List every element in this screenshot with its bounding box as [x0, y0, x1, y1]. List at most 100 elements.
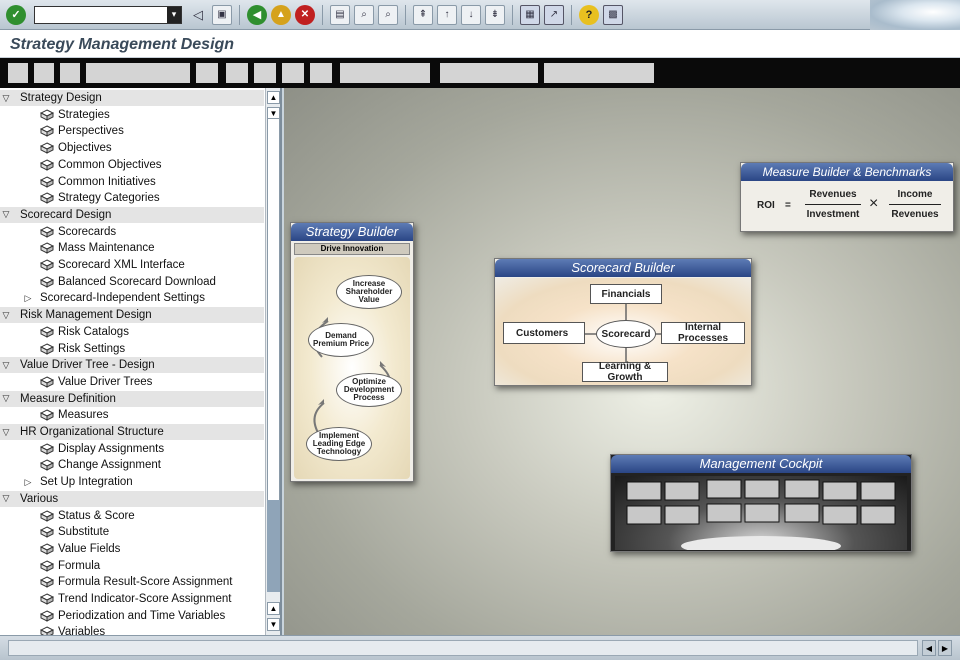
tree-folder[interactable]: ▽ Various [0, 490, 264, 507]
tree-folder[interactable]: ▽ HR Organizational Structure [0, 424, 264, 440]
internal-processes-box[interactable]: Internal Processes [661, 322, 745, 344]
tree-item[interactable]: Measures [0, 407, 264, 423]
tree-item[interactable]: Periodization and Time Variables [0, 608, 264, 624]
status-right-arrow-icon[interactable]: ▶ [938, 640, 952, 656]
tree-folder[interactable]: ▽ Scorecard Design [0, 206, 264, 223]
customers-box[interactable]: Customers [503, 322, 585, 344]
expand-triangle-icon[interactable]: ▽ [0, 493, 12, 504]
last-page-icon[interactable]: ⇟ [485, 4, 505, 25]
strategy-step-bubble[interactable]: Optimize Development Process [336, 373, 402, 407]
tree-subfolder[interactable]: ▷ Scorecard-Independent Settings [0, 290, 264, 306]
command-field-dropdown-icon[interactable]: ▾ [167, 6, 181, 23]
app-toolbar-button[interactable] [310, 63, 332, 83]
app-toolbar-button[interactable] [544, 63, 654, 83]
cancel-icon[interactable]: ✕ [295, 4, 315, 25]
exit-icon[interactable]: ▲ [271, 4, 291, 25]
enter-icon[interactable]: ✓ [6, 4, 26, 25]
tree-item[interactable]: Variables [0, 624, 264, 635]
tree-item[interactable]: Common Objectives [0, 157, 264, 173]
status-left-arrow-icon[interactable]: ◀ [922, 640, 936, 656]
tree-item[interactable]: Risk Catalogs [0, 324, 264, 340]
app-toolbar-button[interactable] [282, 63, 304, 83]
learning-growth-box[interactable]: Learning & Growth [582, 361, 668, 383]
measure-builder-panel[interactable]: Measure Builder & Benchmarks ROI = Reven… [740, 162, 954, 232]
first-page-icon[interactable]: ⇞ [413, 4, 433, 25]
previous-page-icon[interactable]: ↑ [437, 4, 457, 25]
management-cockpit-panel[interactable]: Management Cockpit [610, 454, 912, 552]
tree-item[interactable]: Trend Indicator-Score Assignment [0, 591, 264, 607]
app-toolbar-button[interactable] [226, 63, 248, 83]
collapsed-triangle-icon[interactable]: ▷ [22, 293, 34, 304]
shortcut-icon[interactable]: ↗ [544, 4, 564, 25]
expand-triangle-icon[interactable]: ▽ [0, 209, 12, 220]
strategy-step-bubble[interactable]: Implement Leading Edge Technology [306, 427, 372, 461]
tree-item[interactable]: Strategies [0, 107, 264, 123]
app-toolbar-button[interactable] [98, 63, 190, 83]
tree-item[interactable]: Balanced Scorecard Download [0, 274, 264, 290]
tree-folder[interactable]: ▽ Value Driver Tree - Design [0, 357, 264, 374]
tree-vertical-scrollbar[interactable]: ▲ ▼ ▲ ▼ [265, 88, 280, 635]
tree-item-label: Strategies [58, 108, 110, 121]
tree-folder[interactable]: ▽ Risk Management Design [0, 307, 264, 324]
scroll-up-icon[interactable]: ▲ [267, 91, 280, 104]
tree-item[interactable]: Mass Maintenance [0, 240, 264, 256]
tree-item[interactable]: Change Assignment [0, 457, 264, 473]
tree-item[interactable]: Status & Score [0, 508, 264, 524]
tree-item[interactable]: Formula Result-Score Assignment [0, 574, 264, 590]
next-page-icon[interactable]: ↓ [461, 4, 481, 25]
tree-item[interactable]: Value Fields [0, 541, 264, 557]
tree-item[interactable]: Scorecards [0, 224, 264, 240]
scroll-down-icon[interactable]: ▼ [267, 618, 280, 631]
tree-item[interactable]: Risk Settings [0, 341, 264, 357]
tree-folder[interactable]: ▽ Measure Definition [0, 390, 264, 407]
create-session-icon[interactable]: ▦ [520, 4, 540, 25]
tree-item[interactable]: Objectives [0, 140, 264, 156]
app-toolbar-button[interactable] [440, 63, 538, 83]
help-icon[interactable]: ? [579, 4, 599, 25]
tree-item-label: Common Objectives [58, 158, 162, 171]
tree-item[interactable]: Substitute [0, 524, 264, 540]
financials-box[interactable]: Financials [590, 284, 662, 304]
app-toolbar-button[interactable] [60, 63, 80, 83]
scrollbar-thumb[interactable] [267, 500, 280, 592]
tree-item[interactable]: Perspectives [0, 123, 264, 139]
expand-triangle-icon[interactable]: ▽ [0, 360, 12, 371]
tree-subfolder[interactable]: ▷ Set Up Integration [0, 474, 264, 490]
tree-item[interactable]: Common Initiatives [0, 174, 264, 190]
scroll-up-icon[interactable]: ▲ [267, 602, 280, 615]
scorecard-center[interactable]: Scorecard [596, 320, 656, 348]
collapsed-triangle-icon[interactable]: ▷ [22, 477, 34, 488]
app-toolbar-button[interactable] [196, 63, 218, 83]
tree-folder-label: Measure Definition [20, 392, 116, 405]
tree-item[interactable]: Display Assignments [0, 441, 264, 457]
tree-item[interactable]: Scorecard XML Interface [0, 257, 264, 273]
strategy-step-bubble[interactable]: Increase Shareholder Value [336, 275, 402, 309]
find-next-icon[interactable]: ⌕ [378, 4, 398, 25]
tree-folder[interactable]: ▽ Strategy Design [0, 90, 264, 106]
toolbar-separator [512, 4, 513, 25]
expand-triangle-icon[interactable]: ▽ [0, 393, 12, 404]
layout-menu-icon[interactable]: ▩ [603, 4, 623, 25]
app-toolbar-button[interactable] [340, 63, 430, 83]
back-arrow-icon[interactable]: ◁ [188, 5, 208, 25]
node-cube-icon [39, 509, 55, 522]
tree-item[interactable]: Strategy Categories [0, 190, 264, 206]
find-icon[interactable]: ⌕ [354, 4, 374, 25]
strategy-builder-subtitle: Drive Innovation [294, 243, 410, 255]
save-icon[interactable]: ▣ [212, 4, 232, 25]
expand-triangle-icon[interactable]: ▽ [0, 93, 12, 104]
tree-item[interactable]: Formula [0, 558, 264, 574]
app-toolbar-button[interactable] [34, 63, 54, 83]
strategy-step-bubble[interactable]: Demand Premium Price [308, 323, 374, 357]
tree-item[interactable]: Value Driver Trees [0, 374, 264, 390]
strategy-builder-panel[interactable]: Strategy Builder Drive Innovation Increa… [290, 222, 414, 482]
app-toolbar-button[interactable] [254, 63, 276, 83]
expand-triangle-icon[interactable]: ▽ [0, 427, 12, 438]
back-icon[interactable]: ◀ [247, 4, 267, 25]
print-icon[interactable]: ▤ [330, 4, 350, 25]
app-toolbar-button[interactable] [8, 63, 28, 83]
expand-triangle-icon[interactable]: ▽ [0, 310, 12, 321]
scorecard-builder-panel[interactable]: Scorecard Builder Financials Customers S… [494, 258, 752, 386]
tree-item-label: Substitute [58, 526, 110, 539]
command-field[interactable]: ▾ [34, 5, 182, 24]
